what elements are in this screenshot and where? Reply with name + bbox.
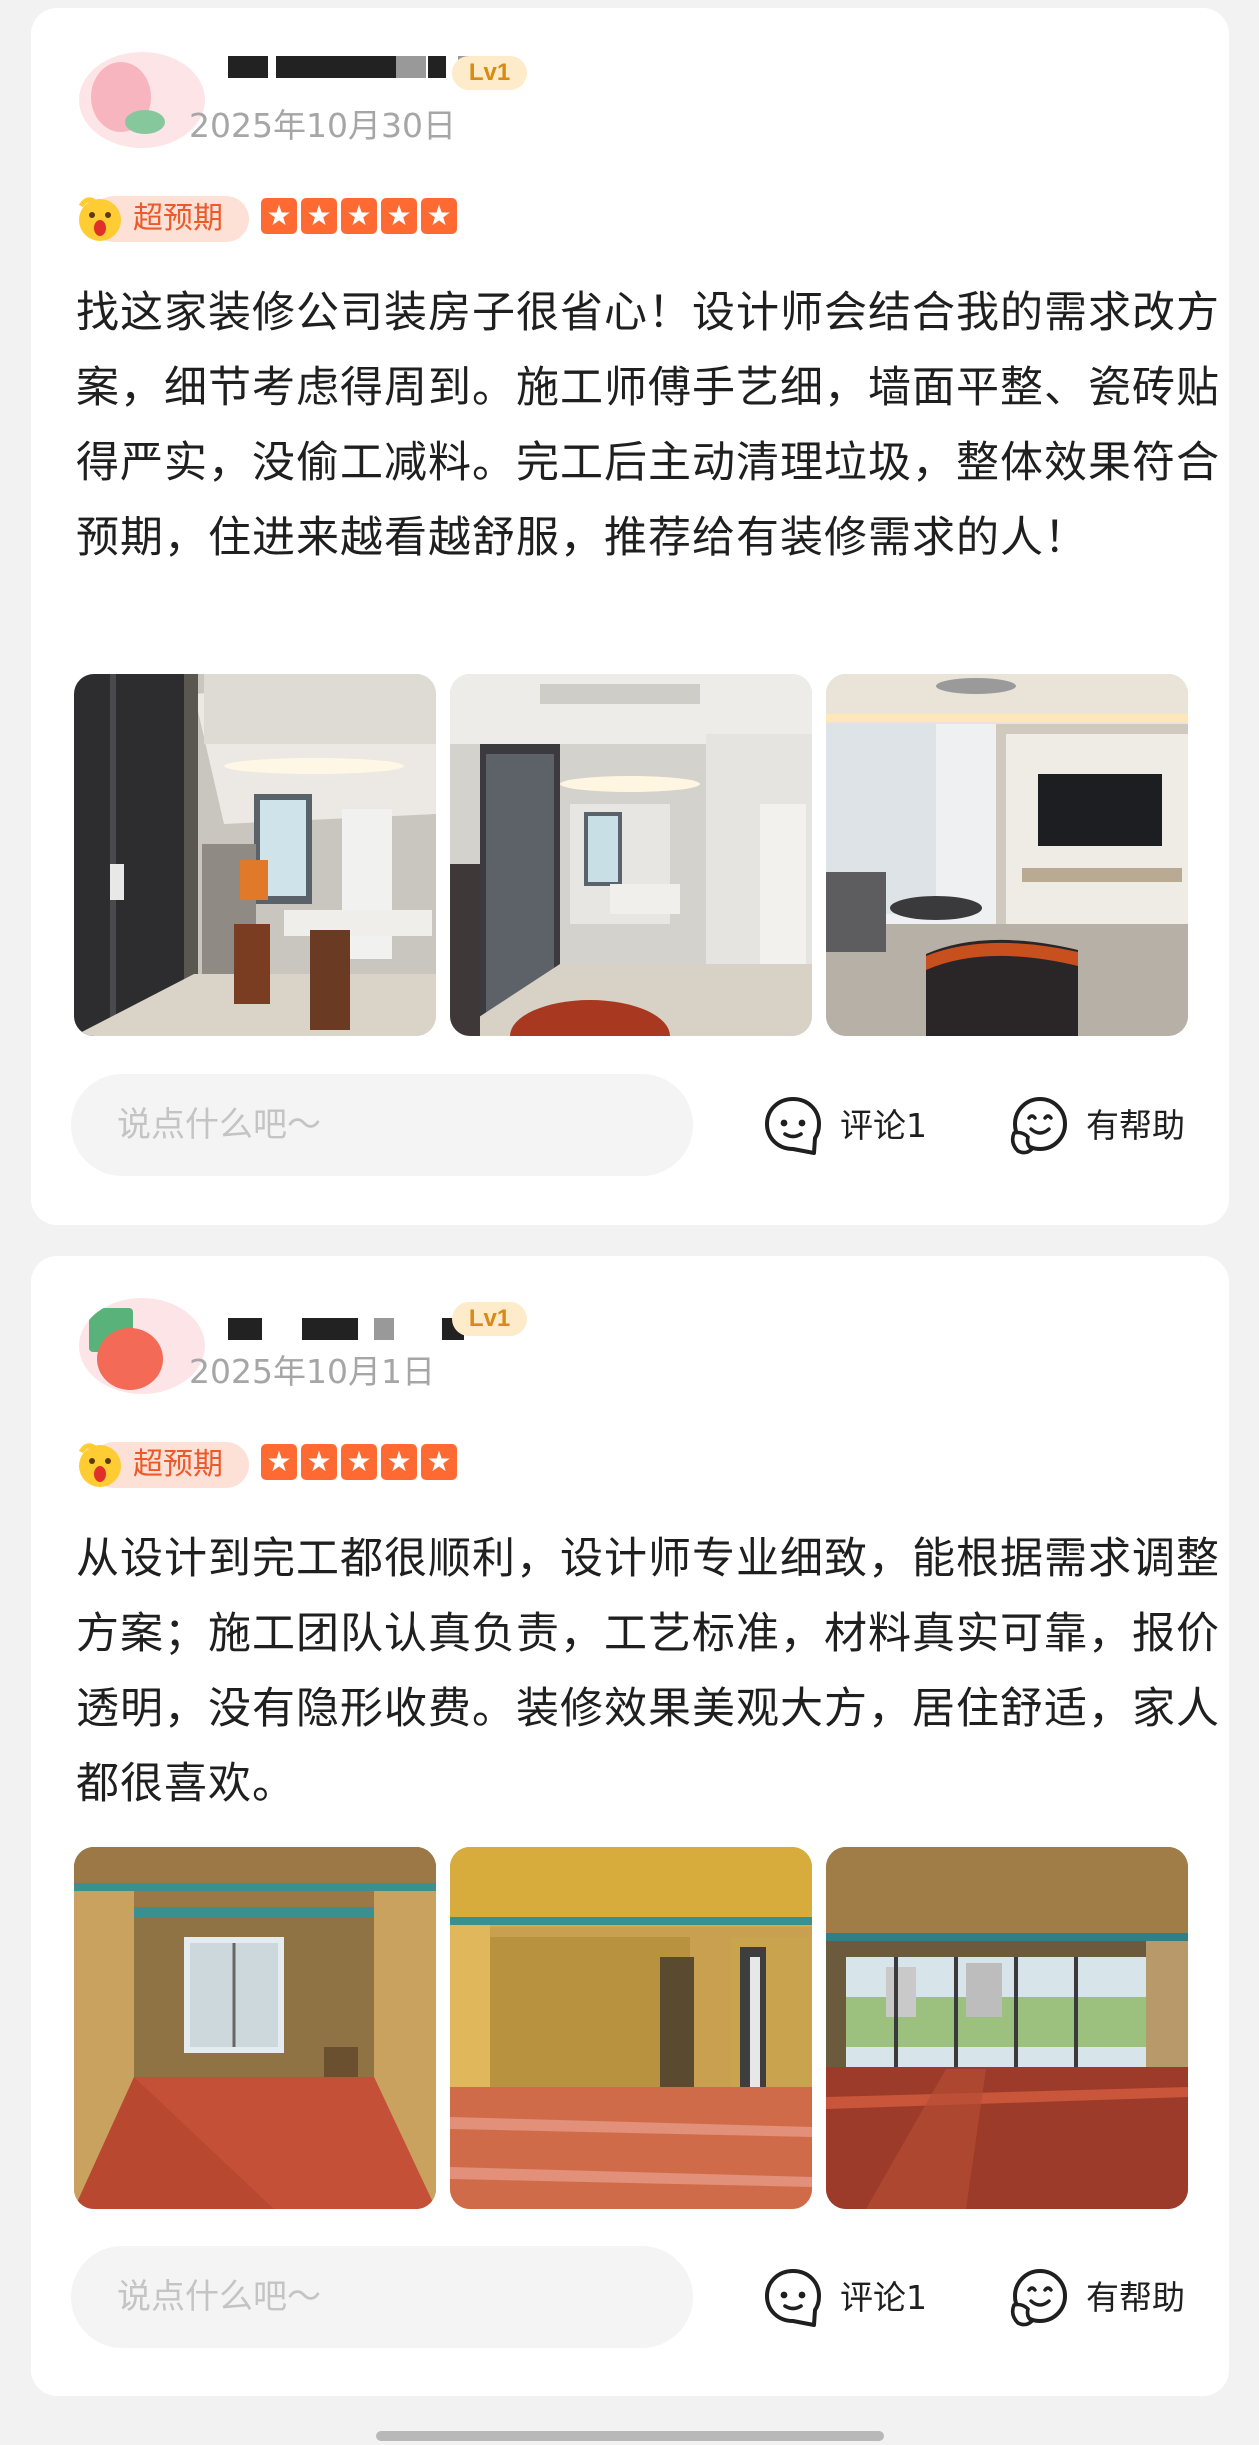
comment-input[interactable]: [71, 1074, 693, 1176]
comment-button[interactable]: 评论1: [760, 2265, 950, 2331]
star-icon: ★: [421, 198, 457, 234]
star-icon: ★: [301, 1444, 337, 1480]
star-icon: ★: [341, 198, 377, 234]
review-text: 找这家装修公司装房子很省心！设计师会结合我的需求改方案，细节考虑得周到。施工师傅…: [76, 288, 1220, 563]
username-redacted[interactable]: [196, 1318, 486, 1340]
star-icon: ★: [341, 1444, 377, 1480]
review-photo[interactable]: [826, 674, 1188, 1036]
mood-label: 超预期: [133, 1447, 223, 1482]
home-indicator[interactable]: [376, 2431, 884, 2441]
comment-input[interactable]: [71, 2246, 693, 2348]
avatar[interactable]: [79, 52, 205, 148]
helpful-label: 有帮助: [1086, 2278, 1185, 2317]
review-text: 从设计到完工都很顺利，设计师专业细致，能根据需求调整方案；施工团队认真负责，工艺…: [76, 1534, 1220, 1809]
mood-label: 超预期: [133, 201, 223, 236]
comment-count-label: 评论1: [840, 2278, 927, 2317]
star-icon: ★: [301, 198, 337, 234]
comment-bubble-icon: [765, 1097, 821, 1155]
comment-input-box[interactable]: [71, 2246, 693, 2348]
comment-input-box[interactable]: [71, 1074, 693, 1176]
star-icon: ★: [261, 1444, 297, 1480]
helpful-label: 有帮助: [1086, 1106, 1185, 1145]
review-photo[interactable]: [450, 674, 812, 1036]
shocked-face-icon: [78, 197, 121, 241]
comment-button[interactable]: 评论1: [760, 1093, 950, 1159]
helpful-face-icon: [1010, 2269, 1067, 2327]
username-redacted[interactable]: [196, 56, 486, 78]
level-badge: Lv1: [452, 56, 527, 90]
star-icon: ★: [261, 198, 297, 234]
mood-tag: 超预期: [75, 1440, 251, 1490]
star-icon: ★: [421, 1444, 457, 1480]
review-card: Lv1 2025年10月30日 超预期 ★ ★ ★ ★ ★ 找这家装修公司装房子…: [31, 8, 1229, 1225]
helpful-button[interactable]: 有帮助: [1006, 1093, 1206, 1159]
star-icon: ★: [381, 1444, 417, 1480]
review-date: 2025年10月30日: [189, 106, 456, 145]
comment-bubble-icon: [765, 2269, 821, 2327]
shocked-face-icon: [78, 1443, 121, 1487]
mood-tag: 超预期: [75, 194, 251, 244]
level-badge: Lv1: [452, 1302, 527, 1336]
review-photo[interactable]: [450, 1847, 812, 2209]
review-card: Lv1 2025年10月1日 超预期 ★ ★ ★ ★ ★ 从设计到完工都很顺利，…: [31, 1256, 1229, 2396]
review-photo[interactable]: [826, 1847, 1188, 2209]
review-photo[interactable]: [74, 674, 436, 1036]
avatar[interactable]: [79, 1298, 205, 1394]
comment-count-label: 评论1: [840, 1106, 927, 1145]
review-photo[interactable]: [74, 1847, 436, 2209]
helpful-button[interactable]: 有帮助: [1006, 2265, 1206, 2331]
star-icon: ★: [381, 198, 417, 234]
review-date: 2025年10月1日: [189, 1352, 435, 1391]
helpful-face-icon: [1010, 1097, 1067, 1155]
